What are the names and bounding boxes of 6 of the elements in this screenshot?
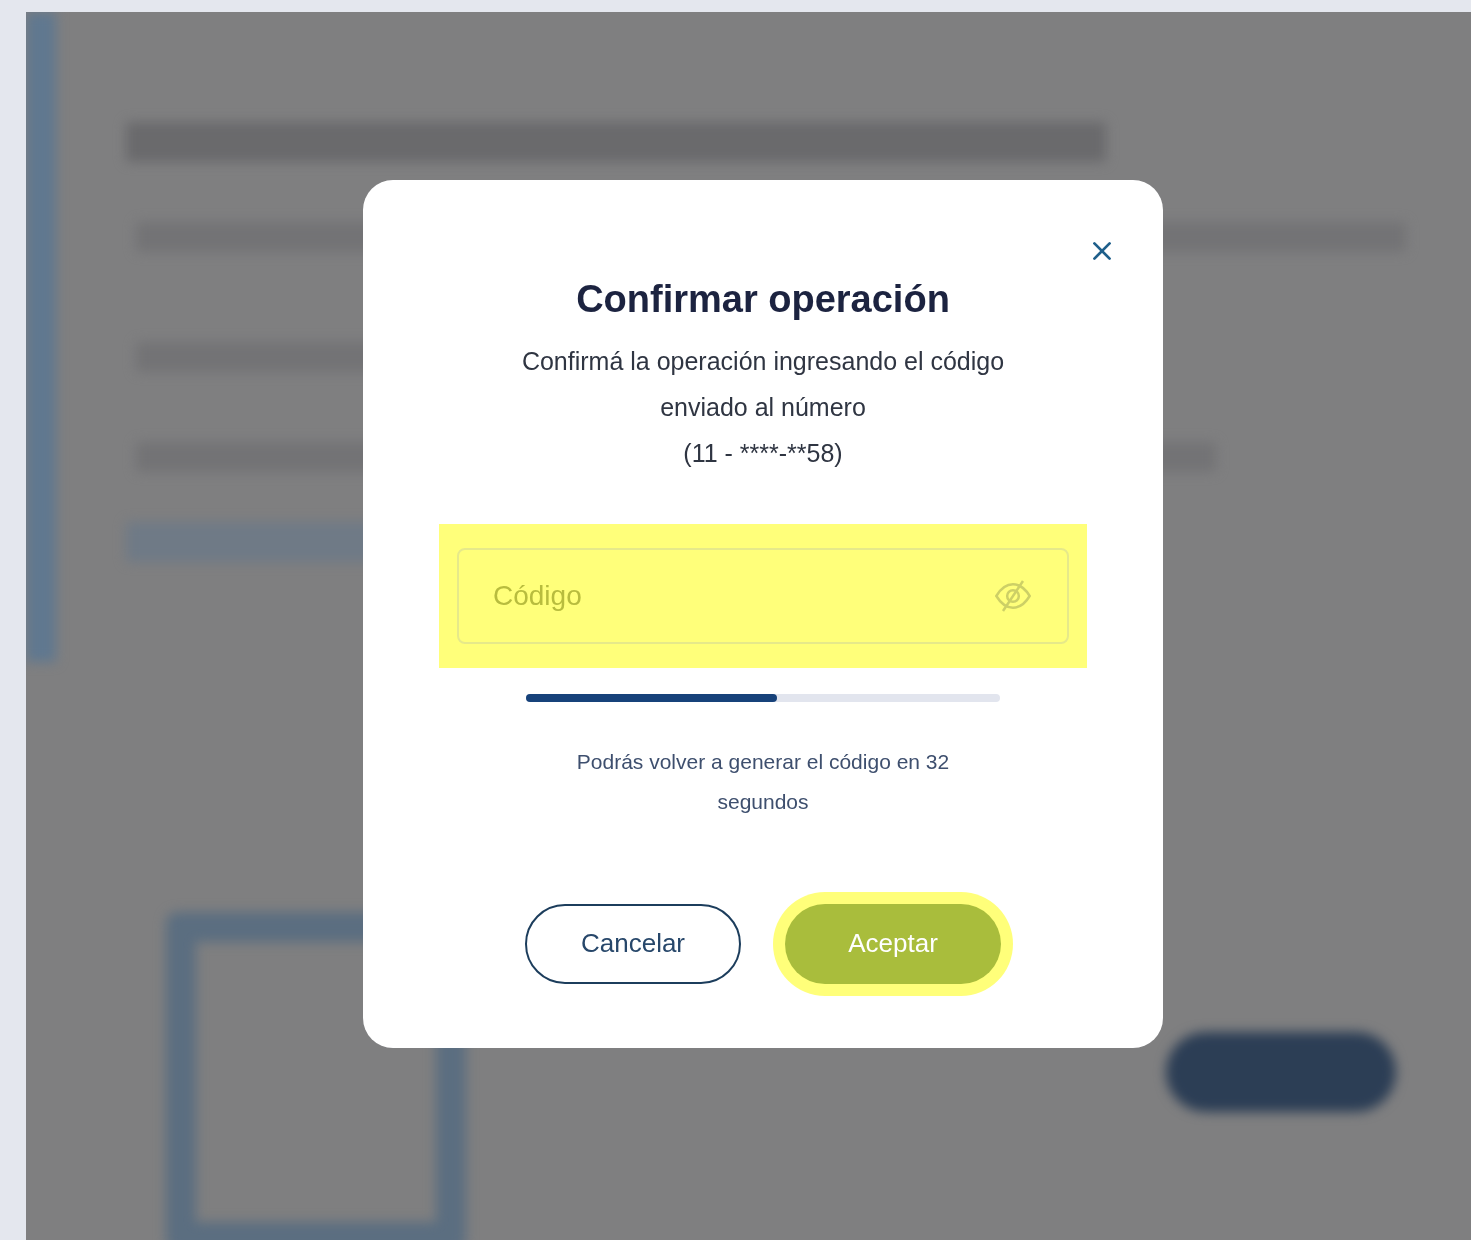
dialog-message: Confirmá la operación ingresando el código enviado al número <box>520 345 1006 423</box>
phone-number: (11 - ****-**58) <box>683 437 843 469</box>
cancel-button[interactable]: Cancelar <box>525 903 741 984</box>
timer-text: Podrás volver a generar el código en 32 segundos <box>575 748 951 815</box>
code-field[interactable]: Código <box>457 547 1069 644</box>
dialog-title: Confirmar operación <box>576 277 950 322</box>
